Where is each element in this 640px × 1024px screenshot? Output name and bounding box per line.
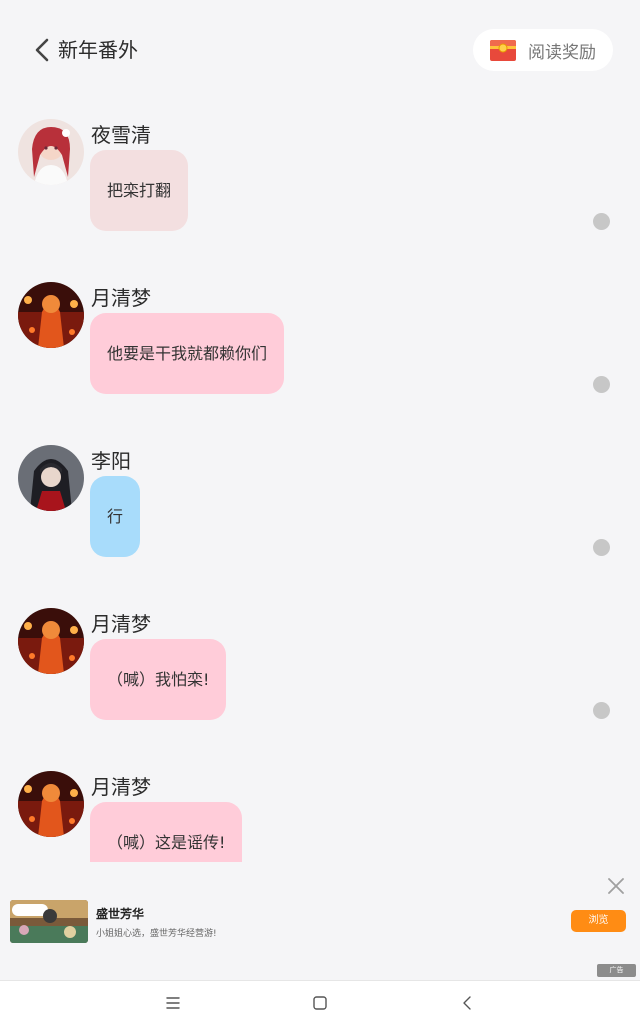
menu-icon <box>166 997 180 1009</box>
chat-message: 夜雪清 把栾打翻 <box>0 119 640 282</box>
message-bubble[interactable]: 他要是干我就都赖你们 <box>90 313 285 394</box>
avatar[interactable] <box>18 608 84 674</box>
back-button[interactable] <box>30 36 56 64</box>
system-nav-bar <box>0 980 640 1024</box>
chat-message: 李阳 行 <box>0 445 640 608</box>
chat-message: 月清梦 他要是干我就都赖你们 <box>0 282 640 445</box>
ad-thumbnail[interactable] <box>10 900 88 943</box>
chat-list[interactable]: 夜雪清 把栾打翻 月清梦 他要是干我就都赖你们 李阳 行 月清梦 （喊）我怕栾!… <box>0 100 640 862</box>
avatar-image <box>18 608 84 674</box>
chevron-left-icon <box>35 38 49 62</box>
ad-description: 小姐姐心选，盛世芳华经营游! <box>96 929 217 939</box>
message-indicator[interactable] <box>593 213 610 230</box>
message-indicator[interactable] <box>593 539 610 556</box>
ad-close-button[interactable] <box>607 877 625 895</box>
avatar[interactable] <box>18 119 84 185</box>
avatar[interactable] <box>18 771 84 837</box>
avatar-image <box>18 282 84 348</box>
reading-reward-button[interactable]: 阅读奖励 <box>473 29 613 71</box>
avatar-image <box>18 771 84 837</box>
message-indicator[interactable] <box>593 702 610 719</box>
ad-badge[interactable]: 广告 <box>597 964 636 977</box>
chat-message: 月清梦 （喊）我怕栾! <box>0 608 640 771</box>
avatar[interactable] <box>18 445 84 511</box>
page-title: 新年番外 <box>58 38 138 62</box>
chat-message: 月清梦 （喊）这是谣传! <box>0 771 640 862</box>
ad-browse-button[interactable]: 浏览 <box>571 910 626 932</box>
avatar[interactable] <box>18 282 84 348</box>
top-bar: 新年番外 阅读奖励 <box>0 0 640 100</box>
nav-back-button[interactable] <box>457 993 477 1013</box>
chevron-left-icon <box>463 996 471 1010</box>
reading-reward-label: 阅读奖励 <box>528 42 596 63</box>
avatar-image <box>18 119 84 185</box>
square-icon <box>313 996 327 1010</box>
sender-name: 月清梦 <box>91 775 151 799</box>
close-icon <box>608 878 624 894</box>
message-bubble[interactable]: 行 <box>90 476 141 557</box>
sender-name: 月清梦 <box>91 612 151 636</box>
sender-name: 夜雪清 <box>91 123 151 147</box>
message-bubble[interactable]: （喊）我怕栾! <box>90 639 227 720</box>
ad-badge-label: 广告 <box>609 966 624 974</box>
avatar-image <box>18 445 84 511</box>
message-bubble[interactable]: 把栾打翻 <box>90 150 189 231</box>
red-envelope-icon <box>490 40 516 61</box>
ad-title: 盛世芳华 <box>96 907 145 921</box>
ad-image <box>10 900 88 943</box>
nav-menu-button[interactable] <box>163 993 183 1013</box>
message-bubble[interactable]: （喊）这是谣传! <box>90 802 243 862</box>
sender-name: 月清梦 <box>91 286 151 310</box>
sender-name: 李阳 <box>91 449 131 473</box>
nav-home-button[interactable] <box>310 993 330 1013</box>
message-indicator[interactable] <box>593 376 610 393</box>
ad-banner[interactable]: 盛世芳华 小姐姐心选，盛世芳华经营游! 浏览 广告 <box>0 862 640 980</box>
